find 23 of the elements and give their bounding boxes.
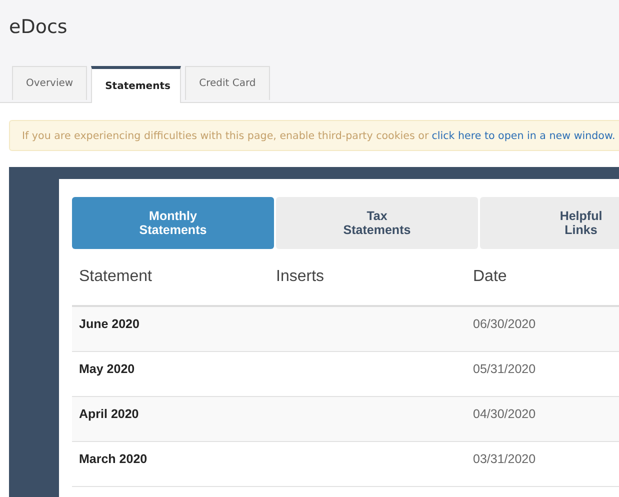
statement-name: May 2020 [78,362,136,376]
table-row[interactable]: June 2020 06/30/2020 [72,307,619,352]
tab[interactable]: Statements [91,66,182,103]
table-row[interactable]: March 2020 03/31/2020 [72,442,619,487]
statement-tab[interactable]: Tax Statements [276,197,478,249]
table-row[interactable]: April 2020 04/30/2020 [72,397,619,442]
statement-name: April 2020 [78,407,140,421]
column-header: Inserts [275,268,326,286]
statement-date: 03/31/2020 [472,452,537,466]
statement-date: 04/30/2020 [472,407,537,421]
alert-text: If you are experiencing difficulties with this page, enable third-party cookies or [22,130,429,142]
statement-name: March 2020 [78,452,148,466]
statement-date: 05/31/2020 [472,362,537,376]
statement-date: 06/30/2020 [472,317,537,331]
column-header: Statement [78,268,153,286]
statement-tab[interactable]: Monthly Statements [72,197,274,249]
statement-name: June 2020 [78,317,140,331]
page-title: eDocs [9,16,68,38]
tab[interactable]: Overview [12,66,88,100]
tab[interactable]: Credit Card [185,66,270,100]
alert-link[interactable]: click here to open in a new window. [432,130,616,142]
column-header: Date [472,268,508,286]
statement-tab[interactable]: Helpful Links [480,197,619,249]
